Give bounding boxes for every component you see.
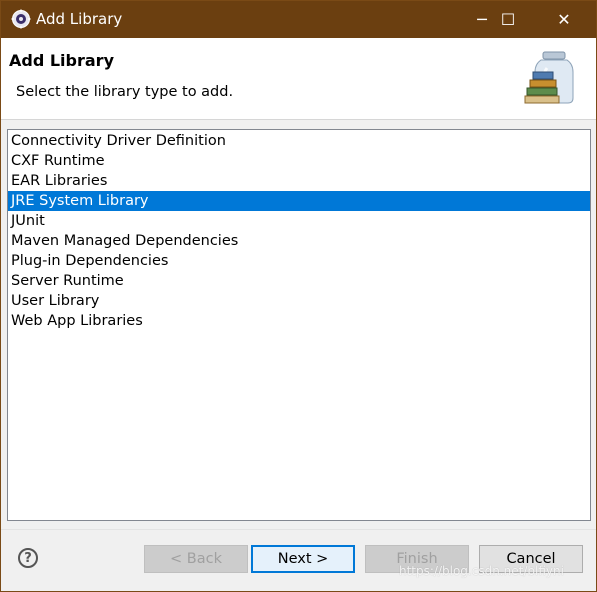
footer-divider <box>1 529 596 530</box>
library-jar-icon <box>524 51 574 104</box>
wizard-header: Add Library Select the library type to a… <box>1 38 596 120</box>
list-item[interactable]: Server Runtime <box>8 271 590 291</box>
page-description: Select the library type to add. <box>16 84 234 100</box>
list-item[interactable]: JUnit <box>8 211 590 231</box>
list-item[interactable]: EAR Libraries <box>8 171 590 191</box>
help-icon[interactable]: ? <box>18 548 38 568</box>
add-library-dialog: Add Library ─ ☐ ✕ Add Library Select the… <box>0 0 597 592</box>
next-button[interactable]: Next > <box>251 545 355 573</box>
watermark: https://blog.csdn.net/blfiyni <box>399 564 564 578</box>
library-type-list[interactable]: Connectivity Driver Definition CXF Runti… <box>7 129 591 521</box>
list-item[interactable]: User Library <box>8 291 590 311</box>
list-item[interactable]: Web App Libraries <box>8 311 590 331</box>
list-item[interactable]: CXF Runtime <box>8 151 590 171</box>
list-item[interactable]: Connectivity Driver Definition <box>8 131 590 151</box>
list-item-selected[interactable]: JRE System Library <box>8 191 590 211</box>
page-title: Add Library <box>9 51 114 70</box>
close-button[interactable]: ✕ <box>541 1 587 38</box>
eclipse-gear-icon <box>11 9 31 29</box>
maximize-button[interactable]: ☐ <box>485 1 531 38</box>
window-title: Add Library <box>36 10 123 28</box>
title-bar[interactable]: Add Library ─ ☐ ✕ <box>1 1 596 38</box>
list-item[interactable]: Plug-in Dependencies <box>8 251 590 271</box>
back-button[interactable]: < Back <box>144 545 248 573</box>
list-item[interactable]: Maven Managed Dependencies <box>8 231 590 251</box>
